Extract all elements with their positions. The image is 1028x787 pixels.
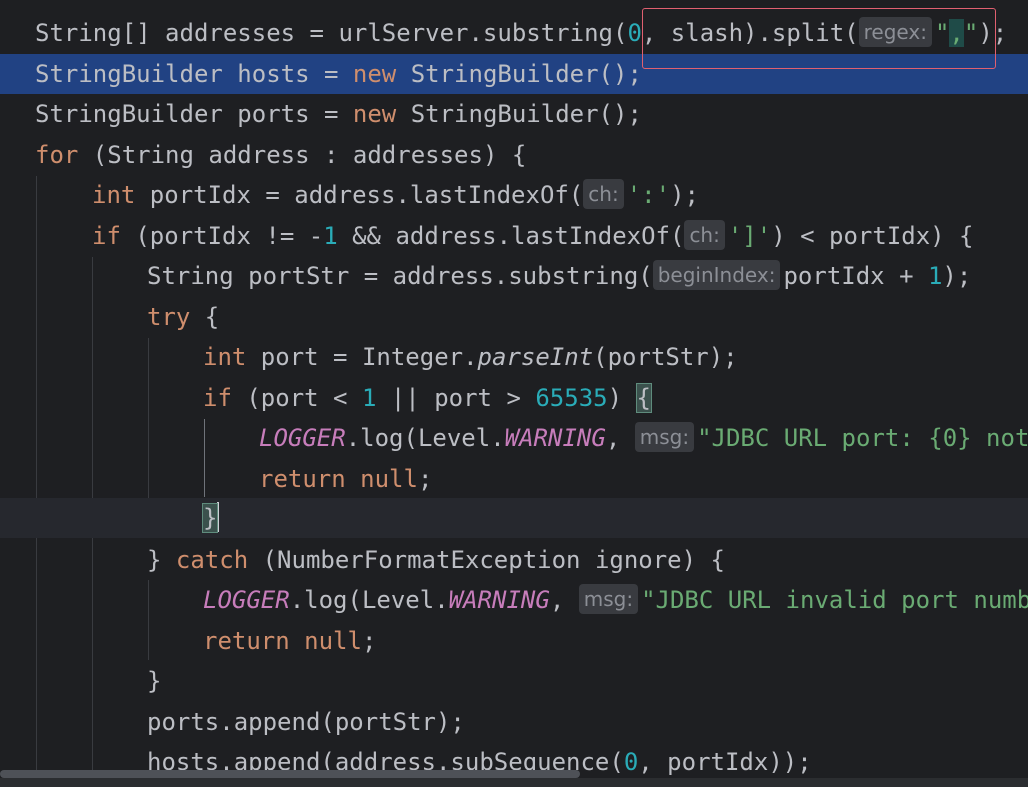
keyword: null (360, 465, 418, 493)
static-field: LOGGER (259, 424, 346, 452)
code-line-6[interactable]: if (portIdx != -1 && address.lastIndexOf… (0, 216, 1028, 256)
token: StringBuilder(); (396, 60, 642, 88)
char-literal: ']' (727, 222, 772, 250)
token: ); (670, 181, 699, 209)
token: port = Integer. (246, 343, 478, 371)
code-line-14[interactable]: } catch (NumberFormatException ignore) { (0, 540, 1028, 580)
number-literal: 0 (623, 748, 639, 776)
token: ) (607, 384, 637, 412)
text-caret (217, 502, 220, 532)
code-line-18[interactable]: ports.append(portStr); (0, 702, 1028, 742)
token: ); (942, 262, 972, 290)
code-line-5[interactable]: int portIdx = address.lastIndexOf(ch: ':'… (0, 175, 1028, 215)
token: (String address : addresses) { (78, 141, 527, 169)
token: [] addresses = urlServer.substring( (121, 19, 628, 47)
token: ) < portIdx) { (771, 222, 974, 250)
token: StringBuilder hosts = (35, 60, 353, 88)
horizontal-scrollbar-thumb[interactable] (0, 770, 580, 778)
code-line-10[interactable]: if (port < 1 || port > 65535) { (0, 378, 1028, 418)
token: && address.lastIndexOf( (337, 222, 685, 250)
token: } (147, 546, 176, 574)
token: (portStr); (593, 343, 738, 371)
param-hint-msg: msg: (634, 422, 695, 452)
static-field: WARNING (448, 586, 550, 614)
keyword: int (92, 181, 136, 209)
param-hint-regex: regex: (858, 17, 932, 47)
token: .log(Level. (345, 424, 505, 452)
keyword: int (203, 343, 247, 371)
token: , portIdx)); (638, 748, 812, 776)
char-literal: ':' (626, 181, 671, 209)
token: , slash).split( (641, 19, 859, 47)
token: String (35, 19, 122, 47)
code-line-16[interactable]: return null; (0, 621, 1028, 661)
keyword: catch (175, 546, 249, 574)
code-line-9[interactable]: int port = Integer.parseInt(portStr); (0, 337, 1028, 377)
number-literal: 1 (361, 384, 377, 412)
token: , (549, 586, 579, 614)
keyword: try (147, 303, 191, 331)
string-literal: "," (934, 19, 979, 47)
token: ports.append(portStr); (147, 708, 465, 736)
code-line-12[interactable]: return null; (0, 459, 1028, 499)
matched-brace: } (201, 503, 219, 533)
method-name: parseInt (477, 343, 594, 371)
code-line-1[interactable]: String[] addresses = urlServer.substring… (0, 13, 1028, 53)
keyword: null (304, 627, 362, 655)
code-line-7[interactable]: String portStr = address.substring(begin… (0, 256, 1028, 296)
token: (portIdx != - (120, 222, 324, 250)
code-line-15[interactable]: LOGGER.log(Level.WARNING, msg: "JDBC URL … (0, 580, 1028, 620)
token: ); (978, 19, 1008, 47)
token: || port > (376, 384, 536, 412)
param-hint-ch: ch: (583, 179, 624, 209)
code-line-17[interactable]: } (0, 661, 1028, 701)
number-literal: 65535 (535, 384, 608, 412)
token: portIdx = address.lastIndexOf( (135, 181, 584, 209)
string-literal: "JDBC URL port: {0} not (697, 424, 1028, 452)
token: (port < (231, 384, 362, 412)
code-editor[interactable]: String[] addresses = urlServer.substring… (0, 0, 1028, 787)
param-hint-ch: ch: (684, 220, 725, 250)
keyword: new (352, 60, 397, 88)
token: ; (417, 465, 433, 493)
token: StringBuilder(); (396, 100, 642, 128)
token: } (147, 667, 162, 695)
code-line-3[interactable]: StringBuilder ports = new StringBuilder(… (0, 94, 1028, 134)
code-line-13-current[interactable]: } (0, 498, 1028, 538)
keyword: return (203, 627, 290, 655)
matched-brace: { (635, 383, 653, 413)
scrollbar-track[interactable] (0, 778, 1028, 787)
keyword: for (35, 141, 79, 169)
keyword: if (203, 384, 232, 412)
param-hint-beginindex: beginIndex: (652, 260, 781, 290)
number-literal: 0 (627, 19, 642, 47)
token: { (190, 303, 220, 331)
token: .log(Level. (289, 586, 449, 614)
keyword: new (352, 100, 397, 128)
keyword: if (92, 222, 121, 250)
code-line-2-selected[interactable]: StringBuilder hosts = new StringBuilder(… (0, 54, 1028, 94)
token: String portStr = address.substring( (147, 262, 653, 290)
static-field: WARNING (504, 424, 606, 452)
code-line-8[interactable]: try { (0, 297, 1028, 337)
string-literal: "JDBC URL invalid port numbe (641, 586, 1028, 614)
param-hint-msg: msg: (578, 584, 639, 614)
number-literal: 1 (927, 262, 943, 290)
token: portIdx + (783, 262, 928, 290)
token: ; (361, 627, 377, 655)
number-literal: 1 (323, 222, 338, 250)
static-field: LOGGER (203, 586, 290, 614)
token: StringBuilder ports = (35, 100, 353, 128)
code-line-11[interactable]: LOGGER.log(Level.WARNING, msg: "JDBC URL … (0, 418, 1028, 458)
token: , (605, 424, 635, 452)
keyword: return (259, 465, 346, 493)
code-line-4[interactable]: for (String address : addresses) { (0, 135, 1028, 175)
token: (NumberFormatException ignore) { (248, 546, 725, 574)
